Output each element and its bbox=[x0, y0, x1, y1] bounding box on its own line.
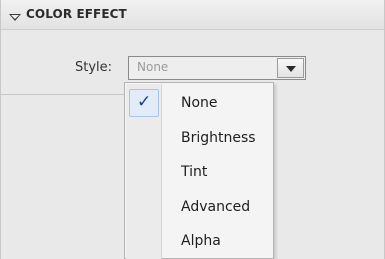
menu-item-label: None bbox=[181, 95, 218, 111]
chevron-down-icon[interactable] bbox=[277, 58, 304, 78]
menu-item-tint[interactable]: Tint bbox=[125, 155, 273, 189]
style-label: Style: bbox=[75, 60, 113, 75]
section-title: COLOR EFFECT bbox=[26, 7, 127, 21]
menu-item-brightness[interactable]: Brightness bbox=[125, 121, 273, 155]
menu-item-alpha[interactable]: Alpha bbox=[125, 224, 273, 258]
style-select-value: None bbox=[137, 60, 169, 74]
menu-item-label: Advanced bbox=[181, 199, 251, 215]
menu-item-advanced[interactable]: Advanced bbox=[125, 190, 273, 224]
color-effect-header[interactable]: COLOR EFFECT bbox=[1, 0, 384, 30]
checkmark-icon: ✓ bbox=[137, 92, 152, 112]
menu-item-none[interactable]: ✓ None bbox=[125, 86, 273, 120]
divider bbox=[1, 94, 126, 95]
collapse-triangle-icon[interactable] bbox=[9, 14, 21, 21]
menu-item-label: Tint bbox=[181, 164, 208, 180]
style-select[interactable]: None bbox=[128, 56, 306, 80]
style-dropdown-menu: ✓ None Brightness Tint Advanced Alpha bbox=[124, 82, 274, 259]
menu-item-label: Brightness bbox=[181, 130, 256, 146]
menu-item-label: Alpha bbox=[181, 233, 221, 249]
